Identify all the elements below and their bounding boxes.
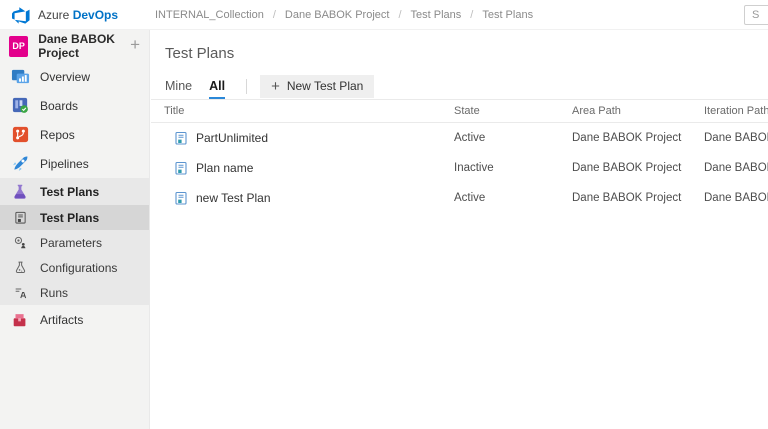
toolbar-divider bbox=[246, 79, 247, 94]
project-avatar: DP bbox=[9, 36, 28, 57]
artifacts-icon bbox=[10, 310, 30, 330]
plan-iteration-path: Dane BABOK Project bbox=[704, 192, 768, 204]
sidebar: DP Dane BABOK Project + Overview bbox=[0, 30, 150, 429]
plan-iteration-path: Dane BABOK Project bbox=[704, 132, 768, 144]
sidebar-item-label: Repos bbox=[40, 128, 75, 142]
column-area-path: Area Path bbox=[572, 105, 704, 117]
breadcrumb-test-plans-page[interactable]: Test Plans bbox=[482, 9, 533, 21]
column-iteration-path: Iteration Path bbox=[704, 105, 768, 117]
overview-icon bbox=[10, 67, 30, 87]
breadcrumb-collection[interactable]: INTERNAL_Collection bbox=[155, 9, 264, 21]
breadcrumb-project[interactable]: Dane BABOK Project bbox=[285, 9, 390, 21]
table-row[interactable]: PartUnlimited Active Dane BABOK Project … bbox=[151, 123, 768, 153]
azure-devops-logo-icon bbox=[12, 6, 30, 24]
search-input[interactable]: S bbox=[744, 5, 768, 25]
test-plan-doc-icon bbox=[13, 211, 27, 225]
test-plans-section: Test Plans Test Plans Par bbox=[0, 178, 149, 305]
sidebar-item-repos[interactable]: Repos bbox=[0, 120, 149, 149]
sidebar-item-label: Pipelines bbox=[40, 157, 89, 171]
add-project-button[interactable]: + bbox=[130, 35, 140, 55]
breadcrumb-separator: / bbox=[398, 9, 401, 21]
toolbar: Mine All + New Test Plan bbox=[151, 73, 768, 100]
sidebar-subitem-configurations[interactable]: Configurations bbox=[0, 255, 149, 280]
sidebar-subitem-label: Test Plans bbox=[40, 211, 99, 225]
plan-area-path: Dane BABOK Project bbox=[572, 132, 704, 144]
brand-text: Azure DevOps bbox=[38, 8, 118, 22]
sidebar-item-overview[interactable]: Overview bbox=[0, 62, 149, 91]
test-plan-clipboard-icon bbox=[174, 161, 188, 175]
runs-icon bbox=[13, 286, 27, 300]
sidebar-item-artifacts[interactable]: Artifacts bbox=[0, 305, 149, 334]
plan-state: Active bbox=[454, 192, 572, 204]
azure-devops-home-link[interactable]: Azure DevOps bbox=[0, 6, 151, 24]
page-title: Test Plans bbox=[165, 45, 768, 62]
sidebar-subitem-runs[interactable]: Runs bbox=[0, 280, 149, 305]
tab-mine[interactable]: Mine bbox=[165, 73, 192, 99]
plan-title[interactable]: Plan name bbox=[196, 161, 253, 175]
tab-all[interactable]: All bbox=[209, 73, 225, 99]
plan-area-path: Dane BABOK Project bbox=[572, 192, 704, 204]
sidebar-item-pipelines[interactable]: Pipelines bbox=[0, 149, 149, 178]
table-row[interactable]: Plan name Inactive Dane BABOK Project Da… bbox=[151, 153, 768, 183]
tab-mine-label: Mine bbox=[165, 79, 192, 93]
new-test-plan-label: New Test Plan bbox=[287, 79, 363, 93]
test-plan-clipboard-icon bbox=[174, 191, 188, 205]
top-bar: Azure DevOps INTERNAL_Collection / Dane … bbox=[0, 0, 768, 30]
sidebar-subitem-label: Parameters bbox=[40, 236, 102, 250]
new-test-plan-button[interactable]: + New Test Plan bbox=[260, 75, 374, 98]
sidebar-subitem-test-plans[interactable]: Test Plans bbox=[0, 205, 149, 230]
plan-area-path: Dane BABOK Project bbox=[572, 162, 704, 174]
plan-state: Active bbox=[454, 132, 572, 144]
column-state: State bbox=[454, 105, 572, 117]
breadcrumb: INTERNAL_Collection / Dane BABOK Project… bbox=[155, 9, 533, 21]
breadcrumb-separator: / bbox=[470, 9, 473, 21]
sidebar-item-label: Boards bbox=[40, 99, 78, 113]
sidebar-item-boards[interactable]: Boards bbox=[0, 91, 149, 120]
plan-title[interactable]: PartUnlimited bbox=[196, 131, 268, 145]
parameters-icon bbox=[13, 236, 27, 250]
sidebar-subitem-label: Runs bbox=[40, 286, 68, 300]
breadcrumb-test-plans[interactable]: Test Plans bbox=[411, 9, 462, 21]
repos-icon bbox=[10, 125, 30, 145]
main-content: Test Plans Mine All + New Test Plan Titl… bbox=[151, 30, 768, 429]
test-plans-icon bbox=[10, 182, 30, 202]
sidebar-subitem-parameters[interactable]: Parameters bbox=[0, 230, 149, 255]
sidebar-subitem-label: Configurations bbox=[40, 261, 117, 275]
configurations-icon bbox=[13, 261, 27, 275]
column-title: Title bbox=[164, 105, 454, 117]
table-header: Title State Area Path Iteration Path bbox=[151, 100, 768, 123]
sidebar-item-label: Artifacts bbox=[40, 313, 83, 327]
pipelines-icon bbox=[10, 154, 30, 174]
plan-state: Inactive bbox=[454, 162, 572, 174]
boards-icon bbox=[10, 96, 30, 116]
sidebar-item-test-plans[interactable]: Test Plans bbox=[0, 178, 149, 205]
sidebar-section-label: Test Plans bbox=[40, 185, 99, 199]
table-row[interactable]: new Test Plan Active Dane BABOK Project … bbox=[151, 183, 768, 213]
plan-iteration-path: Dane BABOK Project bbox=[704, 162, 768, 174]
tab-all-label: All bbox=[209, 79, 225, 93]
sidebar-item-label: Overview bbox=[40, 70, 90, 84]
breadcrumb-separator: / bbox=[273, 9, 276, 21]
plan-title[interactable]: new Test Plan bbox=[196, 191, 271, 205]
project-switcher[interactable]: DP Dane BABOK Project + bbox=[0, 30, 149, 62]
test-plan-clipboard-icon bbox=[174, 131, 188, 145]
plus-icon: + bbox=[271, 79, 280, 94]
